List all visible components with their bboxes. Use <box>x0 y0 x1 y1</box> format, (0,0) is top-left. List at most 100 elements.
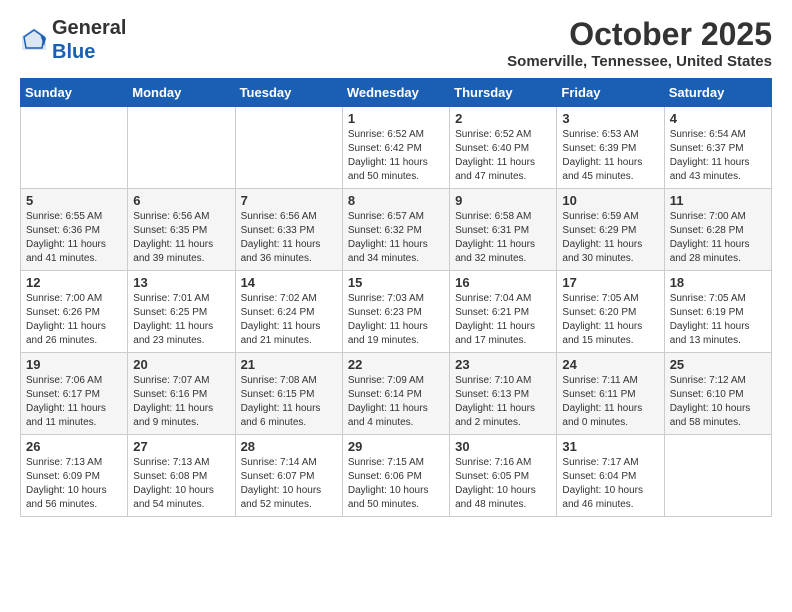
table-row: 29Sunrise: 7:15 AM Sunset: 6:06 PM Dayli… <box>342 435 449 517</box>
table-row: 31 Sunrise: 7:17 AM Sunset: 6:04 PM Dayli… <box>557 435 664 517</box>
day-number: 3 <box>562 111 658 126</box>
day-info: Sunrise: 7:06 AM Sunset: 6:17 PM Dayligh… <box>26 374 122 430</box>
table-row: 20Sunrise: 7:07 AM Sunset: 6:16 PM Dayli… <box>128 353 235 435</box>
location-title: Somerville, Tennessee, United States <box>507 53 772 70</box>
day-number: 10 <box>562 193 658 208</box>
table-row: 9 Sunrise: 6:58 AM Sunset: 6:31 PM Daylig… <box>450 189 557 271</box>
table-row: 14Sunrise: 7:02 AM Sunset: 6:24 PM Dayli… <box>235 271 342 353</box>
calendar-week-row: 26 Sunrise: 7:13 AM Sunset: 6:09 PM Dayli… <box>21 435 772 517</box>
day-info: Sunrise: 6:53 AM Sunset: 6:39 PM Dayligh… <box>562 128 658 184</box>
month-title: October 2025 <box>507 16 772 53</box>
day-number: 13 <box>133 275 229 290</box>
day-info: Sunrise: 7:16 AM Sunset: 6:05 PM Dayligh… <box>455 456 551 512</box>
table-row <box>21 107 128 189</box>
day-number: 6 <box>133 193 229 208</box>
day-number: 31 <box>562 439 658 454</box>
table-row: 12 Sunrise: 7:00 AM Sunset: 6:26 PM Dayli… <box>21 271 128 353</box>
table-row: 25 Sunrise: 7:12 AM Sunset: 6:10 PM Dayli… <box>664 353 771 435</box>
day-info: Sunrise: 6:55 AM Sunset: 6:36 PM Dayligh… <box>26 210 122 266</box>
day-info: Sunrise: 6:59 AM Sunset: 6:29 PM Dayligh… <box>562 210 658 266</box>
table-row: 28 Sunrise: 7:14 AM Sunset: 6:07 PM Dayli… <box>235 435 342 517</box>
day-number: 1 <box>348 111 444 126</box>
day-number: 9 <box>455 193 551 208</box>
day-info: Sunrise: 7:09 AM Sunset: 6:14 PM Dayligh… <box>348 374 444 430</box>
table-row: 21 Sunrise: 7:08 AM Sunset: 6:15 PM Dayli… <box>235 353 342 435</box>
logo-blue-text: Blue <box>52 41 95 63</box>
weekday-header-row: Sunday Monday Tuesday Wednesday Thursday… <box>21 79 772 107</box>
table-row: 27Sunrise: 7:13 AM Sunset: 6:08 PM Dayli… <box>128 435 235 517</box>
logo-icon <box>20 26 48 54</box>
day-info: Sunrise: 7:03 AM Sunset: 6:23 PM Dayligh… <box>348 292 444 348</box>
table-row: 26 Sunrise: 7:13 AM Sunset: 6:09 PM Dayli… <box>21 435 128 517</box>
day-info: Sunrise: 7:10 AM Sunset: 6:13 PM Dayligh… <box>455 374 551 430</box>
day-number: 7 <box>241 193 337 208</box>
day-info: Sunrise: 7:00 AM Sunset: 6:26 PM Dayligh… <box>26 292 122 348</box>
day-info: Sunrise: 7:11 AM Sunset: 6:11 PM Dayligh… <box>562 374 658 430</box>
day-number: 22 <box>348 357 444 372</box>
header-friday: Friday <box>557 79 664 107</box>
day-number: 24 <box>562 357 658 372</box>
day-number: 28 <box>241 439 337 454</box>
table-row: 23 Sunrise: 7:10 AM Sunset: 6:13 PM Dayli… <box>450 353 557 435</box>
table-row: 8 Sunrise: 6:57 AM Sunset: 6:32 PM Daylig… <box>342 189 449 271</box>
day-info: Sunrise: 7:02 AM Sunset: 6:24 PM Dayligh… <box>241 292 337 348</box>
day-info: Sunrise: 6:56 AM Sunset: 6:35 PM Dayligh… <box>133 210 229 266</box>
day-number: 20 <box>133 357 229 372</box>
header-wednesday: Wednesday <box>342 79 449 107</box>
day-info: Sunrise: 6:58 AM Sunset: 6:31 PM Dayligh… <box>455 210 551 266</box>
table-row: 30 Sunrise: 7:16 AM Sunset: 6:05 PM Dayli… <box>450 435 557 517</box>
day-number: 16 <box>455 275 551 290</box>
table-row <box>128 107 235 189</box>
calendar-week-row: 19 Sunrise: 7:06 AM Sunset: 6:17 PM Dayli… <box>21 353 772 435</box>
day-number: 12 <box>26 275 122 290</box>
table-row: 4Sunrise: 6:54 AM Sunset: 6:37 PM Daylig… <box>664 107 771 189</box>
day-info: Sunrise: 6:57 AM Sunset: 6:32 PM Dayligh… <box>348 210 444 266</box>
day-info: Sunrise: 7:12 AM Sunset: 6:10 PM Dayligh… <box>670 374 766 430</box>
day-info: Sunrise: 7:17 AM Sunset: 6:04 PM Dayligh… <box>562 456 658 512</box>
calendar-week-row: 1Sunrise: 6:52 AM Sunset: 6:42 PM Daylig… <box>21 107 772 189</box>
day-number: 19 <box>26 357 122 372</box>
table-row: 11Sunrise: 7:00 AM Sunset: 6:28 PM Dayli… <box>664 189 771 271</box>
day-number: 11 <box>670 193 766 208</box>
table-row: 7 Sunrise: 6:56 AM Sunset: 6:33 PM Daylig… <box>235 189 342 271</box>
day-number: 21 <box>241 357 337 372</box>
day-info: Sunrise: 7:08 AM Sunset: 6:15 PM Dayligh… <box>241 374 337 430</box>
day-number: 27 <box>133 439 229 454</box>
day-info: Sunrise: 7:05 AM Sunset: 6:19 PM Dayligh… <box>670 292 766 348</box>
day-info: Sunrise: 7:14 AM Sunset: 6:07 PM Dayligh… <box>241 456 337 512</box>
day-info: Sunrise: 6:56 AM Sunset: 6:33 PM Dayligh… <box>241 210 337 266</box>
calendar-table: Sunday Monday Tuesday Wednesday Thursday… <box>20 78 772 517</box>
logo-general-text: General <box>52 17 126 39</box>
day-info: Sunrise: 7:13 AM Sunset: 6:09 PM Dayligh… <box>26 456 122 512</box>
table-row: 5 Sunrise: 6:55 AM Sunset: 6:36 PM Daylig… <box>21 189 128 271</box>
day-number: 5 <box>26 193 122 208</box>
table-row: 16 Sunrise: 7:04 AM Sunset: 6:21 PM Dayli… <box>450 271 557 353</box>
table-row: 18 Sunrise: 7:05 AM Sunset: 6:19 PM Dayli… <box>664 271 771 353</box>
table-row: 19 Sunrise: 7:06 AM Sunset: 6:17 PM Dayli… <box>21 353 128 435</box>
day-number: 25 <box>670 357 766 372</box>
header-monday: Monday <box>128 79 235 107</box>
day-number: 23 <box>455 357 551 372</box>
logo-text: General Blue <box>52 16 126 64</box>
day-number: 18 <box>670 275 766 290</box>
day-number: 8 <box>348 193 444 208</box>
day-info: Sunrise: 7:05 AM Sunset: 6:20 PM Dayligh… <box>562 292 658 348</box>
calendar-week-row: 5 Sunrise: 6:55 AM Sunset: 6:36 PM Daylig… <box>21 189 772 271</box>
header-thursday: Thursday <box>450 79 557 107</box>
table-row: 3 Sunrise: 6:53 AM Sunset: 6:39 PM Daylig… <box>557 107 664 189</box>
table-row: 17Sunrise: 7:05 AM Sunset: 6:20 PM Dayli… <box>557 271 664 353</box>
table-row <box>235 107 342 189</box>
day-number: 26 <box>26 439 122 454</box>
day-info: Sunrise: 6:52 AM Sunset: 6:40 PM Dayligh… <box>455 128 551 184</box>
logo: General Blue <box>20 16 126 64</box>
day-number: 30 <box>455 439 551 454</box>
day-info: Sunrise: 7:04 AM Sunset: 6:21 PM Dayligh… <box>455 292 551 348</box>
header-tuesday: Tuesday <box>235 79 342 107</box>
day-info: Sunrise: 7:15 AM Sunset: 6:06 PM Dayligh… <box>348 456 444 512</box>
table-row <box>664 435 771 517</box>
table-row: 24 Sunrise: 7:11 AM Sunset: 6:11 PM Dayli… <box>557 353 664 435</box>
calendar-week-row: 12 Sunrise: 7:00 AM Sunset: 6:26 PM Dayli… <box>21 271 772 353</box>
page: General Blue October 2025 Somerville, Te… <box>0 0 792 533</box>
table-row: 15 Sunrise: 7:03 AM Sunset: 6:23 PM Dayli… <box>342 271 449 353</box>
day-number: 15 <box>348 275 444 290</box>
